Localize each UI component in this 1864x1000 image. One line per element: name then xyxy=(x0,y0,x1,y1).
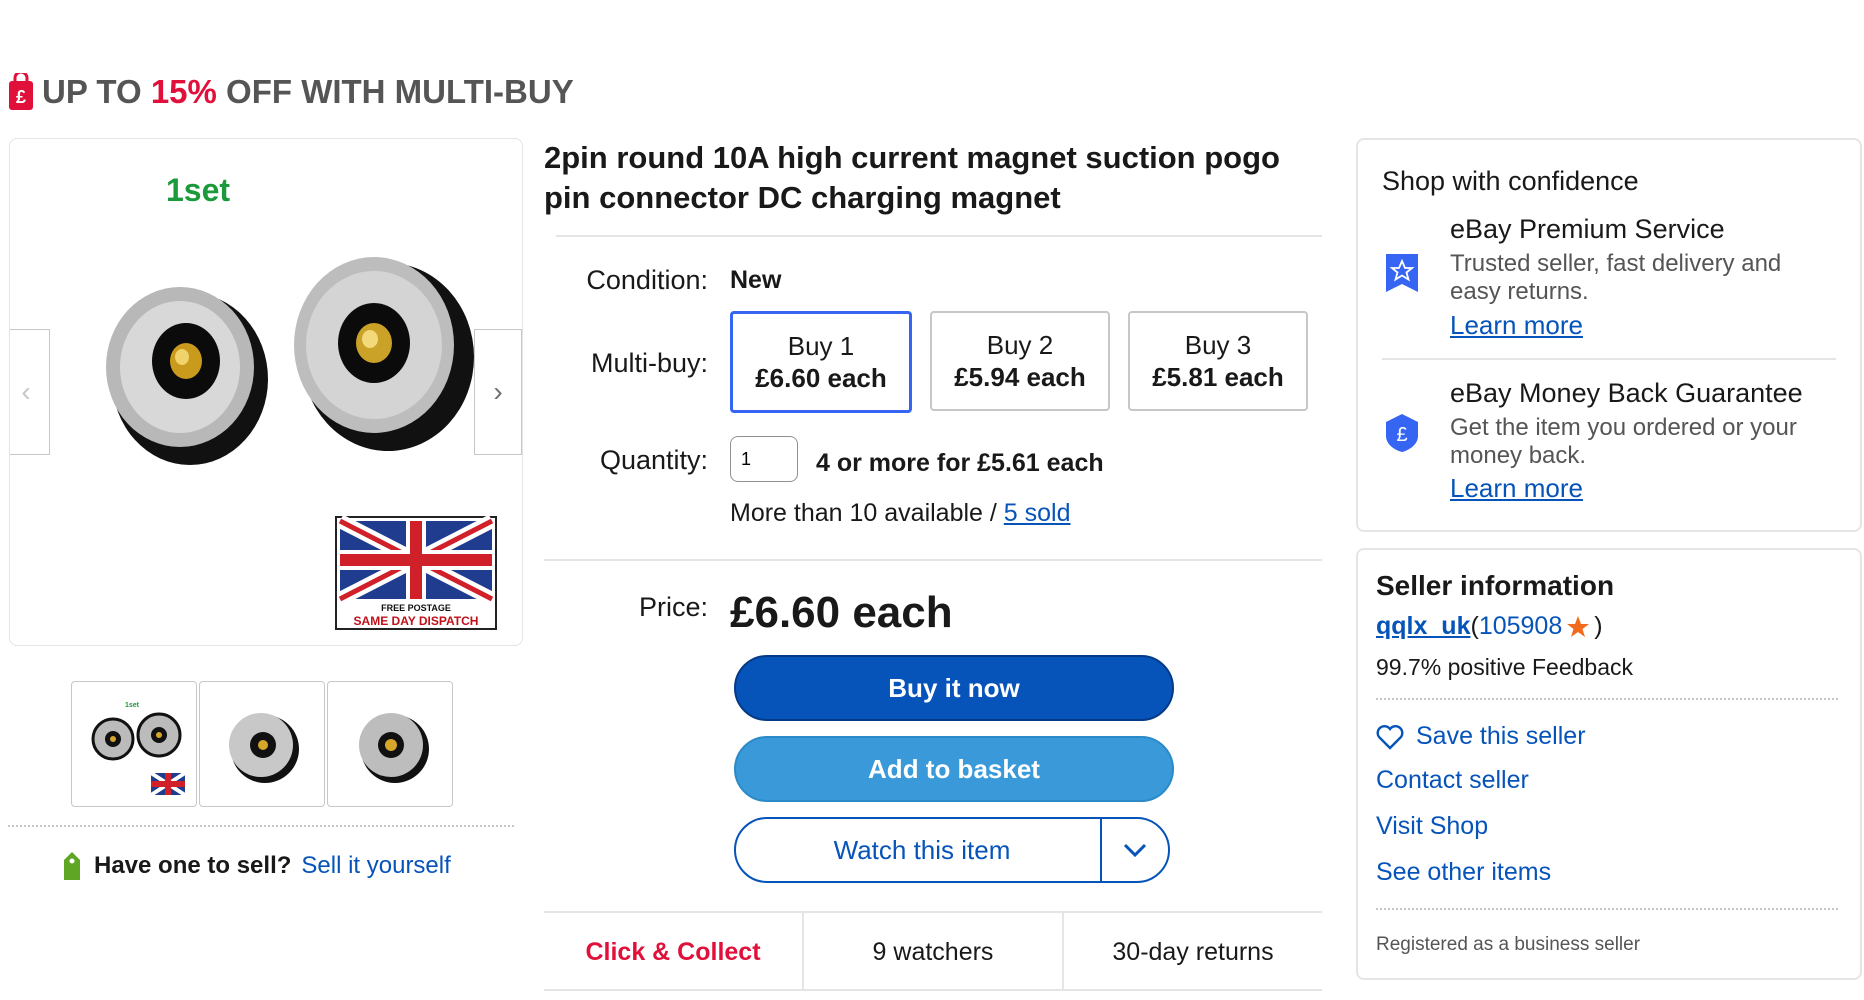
multibuy-option-1-price: £6.60 each xyxy=(755,363,887,393)
money-back-learn-more-link[interactable]: Learn more xyxy=(1450,473,1583,504)
sell-it-yourself-link[interactable]: Sell it yourself xyxy=(301,852,450,880)
multibuy-option-2-price: £5.94 each xyxy=(954,362,1086,392)
premium-service-desc: Trusted seller, fast delivery and easy r… xyxy=(1450,250,1782,305)
sell-it-yourself-row: Have one to sell? Sell it yourself xyxy=(60,850,451,882)
seller-name-row: qqlx_uk ( 105908 ) xyxy=(1376,612,1603,641)
watchers-count: 9 watchers xyxy=(804,913,1064,991)
thumbnail-2-image xyxy=(229,713,299,783)
title-divider xyxy=(556,235,1322,237)
feedback-star-icon xyxy=(1567,615,1590,637)
item-info-row: Click & Collect 9 watchers 30-day return… xyxy=(544,913,1322,991)
main-product-image[interactable]: 1set FREE POSTAGE SAME DAY DISPATCH ‹ › xyxy=(9,138,523,646)
thumbnail-2[interactable] xyxy=(199,681,325,807)
seller-divider-top xyxy=(1376,698,1838,700)
promo-text: UP TO 15% OFF WITH MULTI-BUY xyxy=(42,73,574,110)
thumbnail-1-image: 1set xyxy=(91,702,187,797)
seller-feedback-score[interactable]: 105908 xyxy=(1479,612,1562,641)
seller-information-card: Seller information qqlx_uk ( 105908 ) 99… xyxy=(1356,548,1862,980)
multibuy-option-1-label: Buy 1 xyxy=(787,331,855,361)
save-seller-label: Save this seller xyxy=(1416,722,1586,750)
watch-item-button[interactable]: Watch this item xyxy=(734,817,1170,883)
chevron-down-icon xyxy=(1123,843,1147,857)
seller-info-title: Seller information xyxy=(1376,570,1615,601)
next-image-button[interactable]: › xyxy=(474,329,522,455)
pound-shield-icon: £ xyxy=(1386,414,1418,452)
visit-shop-link[interactable]: Visit Shop xyxy=(1376,812,1488,841)
svg-text:SAME DAY DISPATCH: SAME DAY DISPATCH xyxy=(354,614,479,628)
condition-label: Condition: xyxy=(586,265,708,295)
watch-options-dropdown[interactable] xyxy=(1100,819,1168,881)
product-photo: 1set FREE POSTAGE SAME DAY DISPATCH xyxy=(106,172,497,630)
svg-text:1set: 1set xyxy=(125,702,140,709)
multibuy-option-3[interactable]: Buy 3 £5.81 each xyxy=(1128,311,1308,411)
uk-flag-badge: FREE POSTAGE SAME DAY DISPATCH xyxy=(335,514,497,630)
quantity-input[interactable] xyxy=(730,436,798,482)
positive-feedback: 99.7% positive Feedback xyxy=(1376,654,1633,680)
see-other-items-link[interactable]: See other items xyxy=(1376,858,1551,887)
seller-name-link[interactable]: qqlx_uk xyxy=(1376,612,1470,641)
price-value: £6.60 each xyxy=(730,588,953,637)
price-tag-icon xyxy=(64,852,80,880)
info-bottom-divider xyxy=(544,989,1322,991)
heart-icon xyxy=(1376,724,1404,750)
multi-buy-promo-banner: £ UP TO 15% OFF WITH MULTI-BUY xyxy=(8,70,574,114)
condition-value: New xyxy=(730,266,782,294)
availability-row: More than 10 available / 5 sold xyxy=(730,499,1071,528)
buy-it-now-button[interactable]: Buy it now xyxy=(734,655,1174,721)
item-title: 2pin round 10A high current magnet sucti… xyxy=(544,140,1280,215)
confidence-divider xyxy=(1382,358,1836,360)
multibuy-label: Multi-buy: xyxy=(590,348,708,378)
returns-policy: 30-day returns xyxy=(1112,937,1274,966)
thumbnail-3[interactable] xyxy=(327,681,453,807)
premium-service-heading: eBay Premium Service xyxy=(1450,214,1725,244)
multibuy-option-1[interactable]: Buy 1 £6.60 each xyxy=(730,311,912,413)
money-back-desc: Get the item you ordered or your money b… xyxy=(1450,414,1797,469)
svg-text:£: £ xyxy=(16,87,26,107)
chevron-left-icon: ‹ xyxy=(21,376,31,407)
premium-badge-icon xyxy=(1386,254,1418,292)
price-label: Price: xyxy=(638,592,708,622)
click-and-collect: Click & Collect xyxy=(544,913,804,991)
sell-question: Have one to sell? xyxy=(94,852,292,879)
quantity-label: Quantity: xyxy=(599,445,708,475)
quantity-offer: 4 or more for £5.61 each xyxy=(816,449,1104,477)
multibuy-option-3-price: £5.81 each xyxy=(1152,362,1284,392)
image-thumbnails: 1set xyxy=(71,681,453,807)
premium-learn-more-link[interactable]: Learn more xyxy=(1450,310,1583,341)
seller-divider-bottom xyxy=(1376,908,1838,910)
money-back-heading: eBay Money Back Guarantee xyxy=(1450,378,1803,408)
business-seller-note: Registered as a business seller xyxy=(1376,934,1641,955)
multibuy-option-2[interactable]: Buy 2 £5.94 each xyxy=(930,311,1110,411)
thumbnail-1[interactable]: 1set xyxy=(71,681,197,807)
add-to-basket-button[interactable]: Add to basket xyxy=(734,736,1174,802)
save-seller-button[interactable]: Save this seller xyxy=(1376,722,1586,751)
quantity-divider xyxy=(544,559,1322,561)
shop-with-confidence-card: Shop with confidence eBay Premium Servic… xyxy=(1356,138,1862,532)
multibuy-option-2-label: Buy 2 xyxy=(986,330,1054,360)
sold-count-link[interactable]: 5 sold xyxy=(1004,499,1071,527)
chevron-right-icon: › xyxy=(493,376,503,407)
watch-item-label: Watch this item xyxy=(833,834,1011,865)
confidence-title: Shop with confidence xyxy=(1382,166,1639,196)
promo-highlight: 15% xyxy=(150,73,217,110)
image-set-label: 1set xyxy=(166,172,230,208)
svg-text:£: £ xyxy=(1396,424,1407,446)
shopping-bag-icon: £ xyxy=(9,73,33,110)
thumbnail-3-image xyxy=(359,713,429,783)
multibuy-option-3-label: Buy 3 xyxy=(1184,330,1252,360)
previous-image-button[interactable]: ‹ xyxy=(10,329,50,455)
contact-seller-link[interactable]: Contact seller xyxy=(1376,766,1529,795)
svg-text:FREE POSTAGE: FREE POSTAGE xyxy=(381,603,451,613)
gallery-divider xyxy=(8,825,514,827)
availability-text: More than 10 available / xyxy=(730,499,1004,527)
